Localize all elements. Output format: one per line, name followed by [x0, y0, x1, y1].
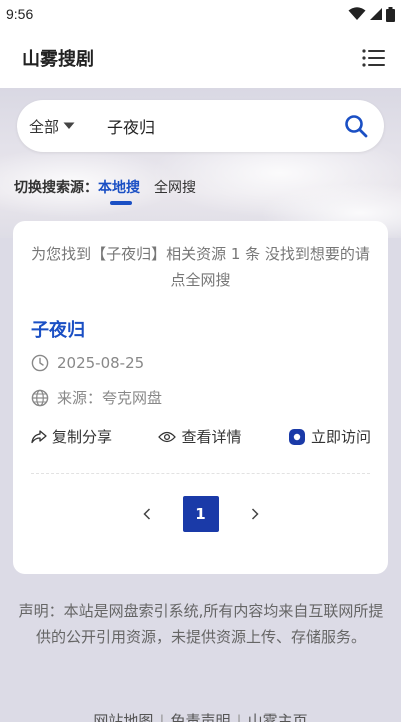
- search-button[interactable]: [336, 106, 376, 146]
- eye-icon: [158, 431, 177, 442]
- result-summary: 为您找到【子夜归】相关资源 1 条 没找到想要的请点全网搜: [31, 245, 370, 289]
- view-details-button[interactable]: 查看详情: [158, 426, 242, 447]
- result-date: 2025-08-25: [57, 354, 145, 372]
- result-actions: 复制分享 查看详情 立即访问: [31, 426, 371, 447]
- search-box: 全部: [17, 100, 384, 152]
- result-source: 来源：夸克网盘: [57, 389, 163, 407]
- visit-now-button[interactable]: 立即访问: [288, 426, 371, 447]
- copy-share-label: 复制分享: [52, 428, 113, 446]
- footer-separator: |: [159, 711, 165, 722]
- scope-select-label: 全部: [29, 117, 60, 136]
- search-icon: [345, 115, 368, 138]
- disclaimer: 声明：本站是网盘索引系统,所有内容均来自互联网所提供的公开引用资源，未提供资源上…: [18, 602, 384, 646]
- result-date-row: 2025-08-25: [31, 354, 144, 372]
- clock-icon: [31, 354, 49, 372]
- chevron-left-icon: [142, 508, 150, 520]
- divider: [31, 473, 370, 474]
- result-source-row: 来源：夸克网盘: [31, 387, 162, 408]
- footer-separator: |: [236, 711, 242, 722]
- footer-link-home[interactable]: 山雾主页: [248, 710, 308, 722]
- page-number-current[interactable]: 1: [182, 496, 219, 532]
- visit-icon: [288, 428, 305, 445]
- prev-page-button[interactable]: [137, 504, 157, 524]
- footer-link-disclaimer[interactable]: 免责声明: [170, 710, 230, 722]
- visit-now-label: 立即访问: [310, 428, 371, 446]
- menu-icon: [362, 49, 385, 67]
- search-input[interactable]: [97, 106, 336, 146]
- status-time: 9:56: [6, 6, 34, 22]
- next-page-button[interactable]: [245, 504, 265, 524]
- view-details-label: 查看详情: [181, 428, 242, 446]
- pagination: 1: [13, 496, 388, 532]
- signal-icon: [370, 8, 382, 20]
- tab-web-search[interactable]: 全网搜: [154, 177, 196, 197]
- source-switch-label: 切换搜索源：: [14, 180, 98, 196]
- battery-icon: [386, 6, 395, 22]
- source-switch: 切换搜索源： 本地搜 全网搜: [14, 174, 384, 206]
- scope-select[interactable]: 全部: [29, 116, 97, 137]
- chevron-right-icon: [251, 508, 259, 520]
- result-card: 为您找到【子夜归】相关资源 1 条 没找到想要的请点全网搜 子夜归 2025-0…: [13, 221, 388, 574]
- app-header: 山雾搜剧: [0, 28, 401, 88]
- menu-button[interactable]: [359, 43, 389, 73]
- globe-icon: [31, 389, 49, 406]
- caret-down-icon: [63, 122, 75, 129]
- footer-link-sitemap[interactable]: 网站地图: [93, 710, 153, 722]
- status-bar: 9:56: [0, 0, 401, 28]
- tab-local-search[interactable]: 本地搜: [98, 177, 140, 205]
- app-title: 山雾搜剧: [22, 49, 94, 70]
- copy-share-button[interactable]: 复制分享: [31, 426, 112, 447]
- status-icons: [348, 6, 395, 22]
- share-icon: [31, 429, 47, 443]
- wifi-icon: [348, 7, 366, 20]
- result-title-link[interactable]: 子夜归: [31, 316, 85, 342]
- footer-links: 网站地图 | 免责声明 | 山雾主页: [0, 710, 401, 722]
